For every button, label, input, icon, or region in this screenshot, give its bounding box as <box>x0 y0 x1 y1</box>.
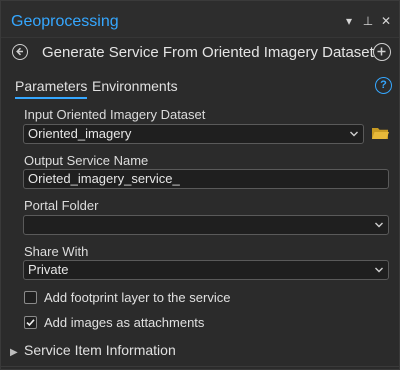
tool-title: Generate Service From Oriented Imagery D… <box>42 44 374 61</box>
portal-folder-dropdown[interactable] <box>23 215 389 235</box>
portal-folder-label: Portal Folder <box>24 198 99 213</box>
service-item-info-label: Service Item Information <box>24 342 176 358</box>
add-images-checkbox[interactable] <box>24 316 37 329</box>
folder-icon[interactable] <box>371 125 389 141</box>
chevron-down-icon <box>350 131 358 137</box>
pane-titlebar: Geoprocessing ▾ ⊥ ✕ <box>1 1 399 38</box>
pin-icon[interactable]: ⊥ <box>362 13 374 29</box>
add-footprint-label[interactable]: Add footprint layer to the service <box>44 290 230 306</box>
help-icon[interactable]: ? <box>375 77 392 94</box>
tool-header: Generate Service From Oriented Imagery D… <box>1 37 399 69</box>
add-images-label[interactable]: Add images as attachments <box>44 315 204 331</box>
output-service-label: Output Service Name <box>24 153 149 168</box>
active-tab-indicator <box>15 97 88 99</box>
pane-menu-icon[interactable]: ▾ <box>343 13 355 29</box>
checkmark-icon <box>26 319 35 327</box>
add-circle-icon[interactable] <box>373 43 391 61</box>
input-dataset-label: Input Oriented Imagery Dataset <box>24 107 206 122</box>
tab-environments-label: Environments <box>92 78 178 94</box>
geoprocessing-pane: Geoprocessing ▾ ⊥ ✕ Generate Service Fro… <box>0 0 400 370</box>
back-arrow-icon[interactable] <box>12 44 28 60</box>
input-dataset-value: Oriented_imagery <box>28 126 132 141</box>
divider <box>1 366 399 367</box>
tab-parameters-label: Parameters <box>15 78 88 94</box>
input-dataset-dropdown[interactable]: Oriented_imagery <box>23 124 364 144</box>
output-service-input[interactable]: Orieted_imagery_service_ <box>23 169 389 189</box>
close-icon[interactable]: ✕ <box>380 13 392 29</box>
chevron-down-icon <box>375 222 383 228</box>
share-with-dropdown[interactable]: Private <box>23 260 389 280</box>
chevron-right-icon: ▶ <box>10 347 18 358</box>
share-with-label: Share With <box>24 244 89 259</box>
tab-strip: Parameters Environments <box>1 73 399 101</box>
share-with-value: Private <box>28 262 69 277</box>
add-footprint-checkbox[interactable] <box>24 291 37 304</box>
chevron-down-icon <box>375 267 383 273</box>
service-item-info-section[interactable]: ▶ Service Item Information <box>10 341 176 362</box>
tab-parameters[interactable]: Parameters <box>15 77 88 99</box>
pane-title: Geoprocessing <box>11 13 119 30</box>
tab-environments[interactable]: Environments <box>92 77 178 95</box>
